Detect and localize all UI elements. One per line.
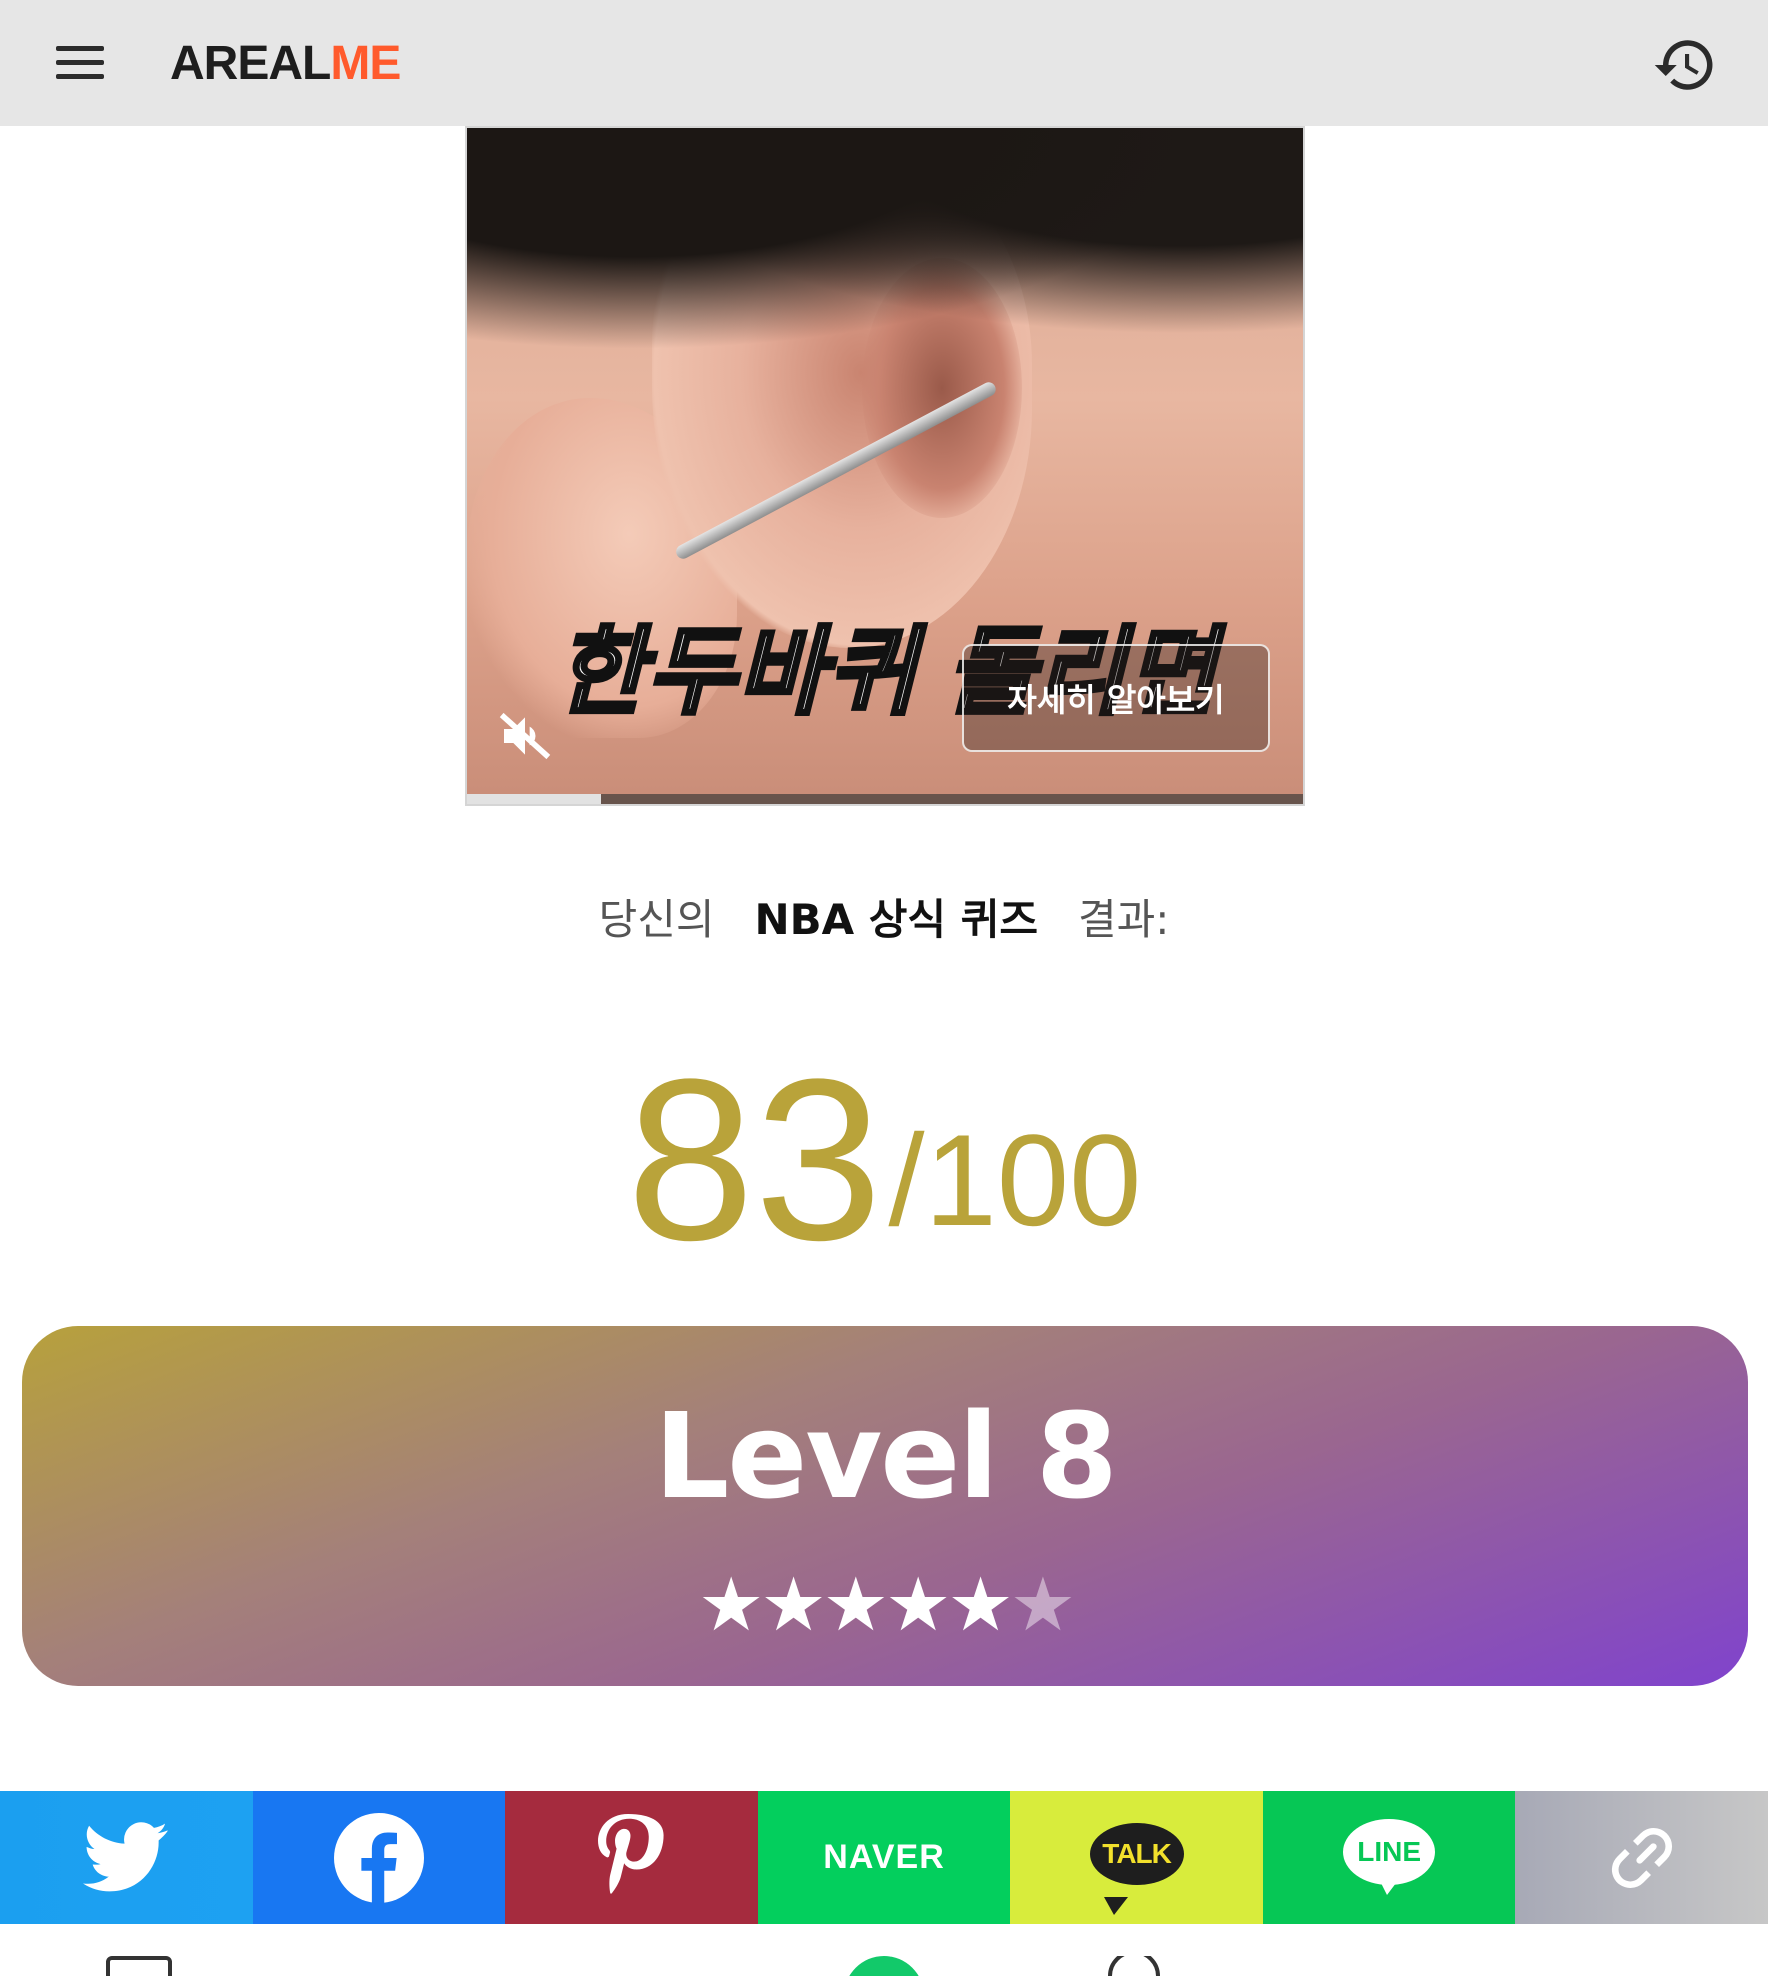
home-icon[interactable] [844,1956,924,1976]
menu-line [56,60,104,65]
share-kakaotalk-button[interactable]: TALK [1010,1791,1263,1924]
line-bubble-tail [1379,1878,1400,1895]
level-star-rating: ★★★★★★ [22,1560,1748,1650]
quiz-name: NBA 상식 퀴즈 [754,895,1038,944]
score-value: 83 [626,1031,883,1288]
bottom-navigation-partial [0,1924,1768,1976]
level-title: Level 8 [654,1387,1118,1525]
site-logo[interactable]: AREALME [170,34,401,94]
score-max: 100 [924,1107,1142,1253]
ad-image-hair [467,128,1303,388]
kakaotalk-label: TALK [1102,1837,1172,1869]
menu-line [56,46,104,51]
score-slash: / [888,1107,925,1253]
refresh-icon[interactable] [1104,1956,1164,1976]
kakaotalk-icon: TALK [1089,1822,1184,1915]
star-filled-icon: ★ [885,1562,951,1648]
menu-line [56,74,104,79]
star-empty-icon: ★ [1009,1562,1076,1648]
naver-label: NAVER [823,1838,945,1876]
score-display: 83/100 [0,1040,1768,1280]
logo-text-areal: AREAL [170,37,331,90]
ad-progress-fill [467,794,602,804]
link-icon [1611,1827,1672,1888]
share-line-button[interactable]: LINE [1262,1791,1516,1924]
ad-learn-more-button[interactable]: 자세히 알아보기 [962,644,1270,752]
star-filled-icon: ★ [947,1562,1013,1648]
line-label: LINE [1357,1835,1422,1867]
level-card: Level 8 ★★★★★★ [22,1326,1748,1686]
copy-link-button[interactable] [1515,1791,1768,1924]
star-filled-icon: ★ [697,1562,764,1648]
share-facebook-button[interactable] [252,1791,506,1924]
history-icon[interactable] [1652,32,1718,98]
kakaotalk-bubble-tail [1103,1896,1128,1915]
line-icon: LINE [1343,1818,1436,1897]
share-pinterest-button[interactable] [505,1791,758,1924]
twitter-icon [83,1821,168,1891]
result-heading: 당신의 NBA 상식 퀴즈 결과: [0,890,1768,950]
star-filled-icon: ★ [760,1562,826,1648]
tabs-icon[interactable] [106,1956,172,1976]
hamburger-menu-icon[interactable] [52,40,108,86]
facebook-icon [333,1812,424,1903]
volume-muted-icon[interactable] [497,708,553,764]
share-bar: NAVER TALK LINE [0,1791,1768,1924]
top-app-bar: AREALME [0,0,1768,126]
share-twitter-button[interactable] [0,1791,253,1924]
result-prefix: 당신의 [598,895,715,944]
video-advertisement[interactable]: 한두바퀴 돌리면 자세히 알아보기 [465,126,1305,806]
star-filled-icon: ★ [822,1562,889,1648]
result-suffix: 결과: [1077,895,1170,944]
pinterest-icon [598,1813,665,1894]
logo-text-me: ME [330,37,401,90]
share-naver-button[interactable]: NAVER [757,1791,1011,1924]
